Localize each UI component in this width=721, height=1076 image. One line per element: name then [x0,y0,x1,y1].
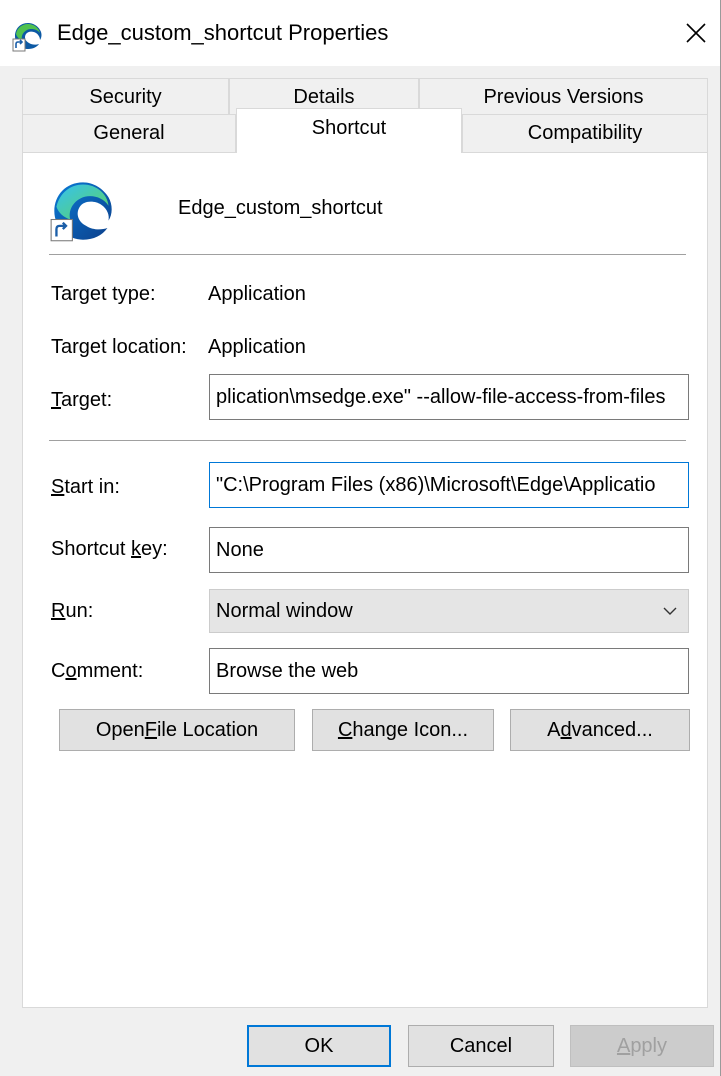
target-type-value: Application [208,283,306,305]
target-label: Target: [51,389,113,411]
window-title: Edge_custom_shortcut Properties [57,20,389,45]
target-field[interactable]: plication\msedge.exe" --allow-file-acces… [209,374,689,420]
shortcut-panel: Edge_custom_shortcut Target type: Applic… [22,152,708,1008]
cancel-button[interactable]: Cancel [408,1025,554,1067]
close-button[interactable] [672,10,720,56]
separator [49,254,686,255]
tab-label: Details [293,86,355,108]
run-select-value: Normal window [216,600,353,622]
shortcut-name: Edge_custom_shortcut [178,197,383,219]
change-icon-button[interactable]: Change Icon... [312,709,494,751]
shortcut-key-field[interactable]: None [209,527,689,573]
comment-field[interactable]: Browse the web [209,648,689,694]
advanced-button[interactable]: Ad vanced... [510,709,690,751]
comment-label: Comment: [51,660,144,682]
separator [49,440,686,441]
run-select[interactable]: Normal window [209,589,689,633]
target-location-label: Target location: [51,336,187,358]
start-in-field-text: "C:\Program Files (x86)\Microsoft\Edge\A… [216,474,656,496]
tab-general[interactable]: General [22,114,236,152]
ok-button[interactable]: OK [247,1025,391,1067]
tab-compatibility[interactable]: Compatibility [462,114,708,152]
comment-field-text: Browse the web [216,660,359,682]
shortcut-key-label: Shortcut key: [51,538,168,560]
run-label: Run: [51,600,94,622]
properties-dialog: Edge_custom_shortcut Properties Security… [0,0,721,1076]
tab-label: Shortcut [311,117,387,139]
target-type-label: Target type: [51,283,156,305]
tab-label: Previous Versions [483,86,644,108]
title-bar[interactable]: Edge_custom_shortcut Properties [0,0,720,66]
open-file-location-button[interactable]: Open File Location [59,709,295,751]
apply-button[interactable]: Apply [570,1025,714,1067]
start-in-label: Start in: [51,476,120,498]
edge-shortcut-icon [50,182,112,242]
chevron-down-icon [663,607,677,615]
tab-security[interactable]: Security [22,78,229,116]
tab-shortcut[interactable]: Shortcut [236,108,462,153]
tab-label: Compatibility [527,122,643,144]
target-location-value: Application [208,336,306,358]
target-field-text: plication\msedge.exe" --allow-file-acces… [216,386,666,408]
tab-label: General [93,122,165,144]
tab-label: Security [89,86,162,108]
close-icon [686,23,706,43]
start-in-field[interactable]: "C:\Program Files (x86)\Microsoft\Edge\A… [209,462,689,508]
tab-previous-versions[interactable]: Previous Versions [419,78,708,116]
shortcut-key-field-text: None [216,539,264,561]
edge-icon [12,23,42,52]
